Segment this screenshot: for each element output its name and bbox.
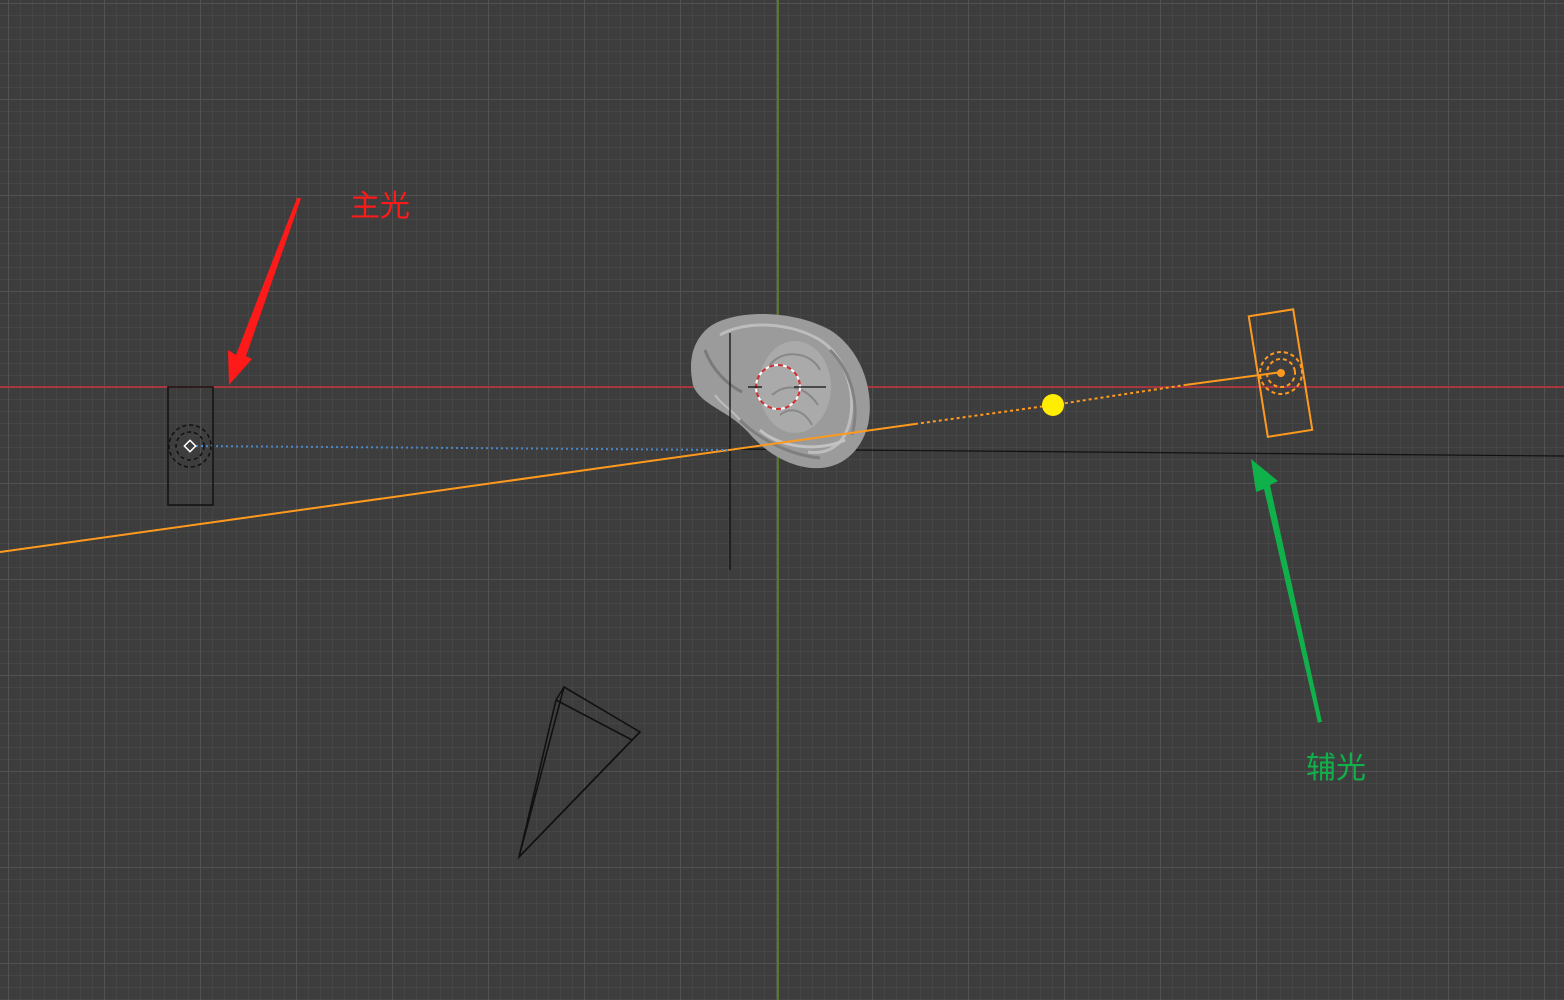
3d-viewport[interactable]: 主光 辅光 — [0, 0, 1564, 1000]
sculpted-head-icon[interactable] — [690, 314, 870, 469]
key-light-direction-dotted — [195, 445, 731, 451]
fill-light-label: 辅光 — [1306, 751, 1366, 786]
light-target-handle-icon[interactable] — [1042, 394, 1064, 416]
camera-icon[interactable] — [517, 685, 642, 860]
fill-light-direction-dashed-2 — [1052, 384, 1186, 406]
area-light-icon[interactable] — [1247, 308, 1314, 438]
green-arrow-icon — [1251, 459, 1322, 723]
scene-overlay — [0, 0, 1564, 1000]
red-arrow-icon — [228, 198, 301, 385]
key-light-label: 主光 — [350, 189, 410, 224]
fill-light-direction-dashed — [914, 404, 1054, 425]
